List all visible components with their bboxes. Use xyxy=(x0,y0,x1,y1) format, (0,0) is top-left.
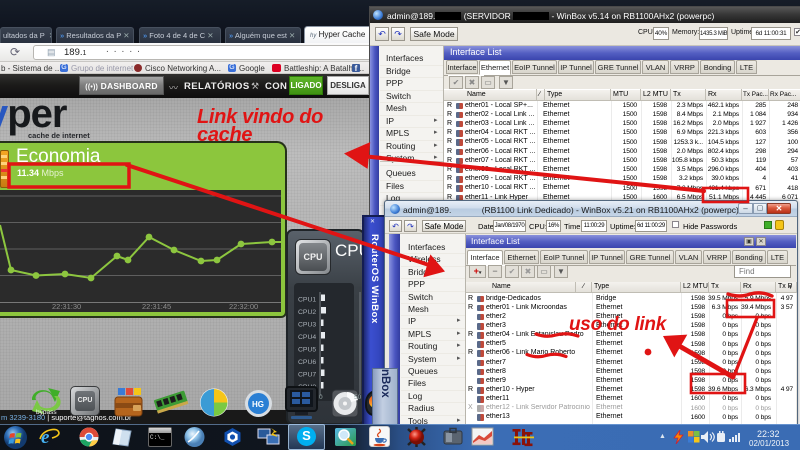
svg-text:CPU6: CPU6 xyxy=(298,359,316,366)
svg-text:CPU3: CPU3 xyxy=(298,322,316,329)
svg-text:22:31:45: 22:31:45 xyxy=(142,302,171,311)
svg-text:CPU4: CPU4 xyxy=(298,334,316,341)
svg-text:CPU1: CPU1 xyxy=(298,297,316,304)
svg-text:22:32:00: 22:32:00 xyxy=(229,302,258,311)
svg-text:HG: HG xyxy=(252,400,264,409)
svg-text:CPU5: CPU5 xyxy=(298,347,316,354)
svg-text:CPU2: CPU2 xyxy=(298,309,316,316)
svg-text:CPU7: CPU7 xyxy=(298,372,316,379)
svg-text:bypass: bypass xyxy=(36,409,57,416)
svg-text:22:31:30: 22:31:30 xyxy=(52,302,81,311)
